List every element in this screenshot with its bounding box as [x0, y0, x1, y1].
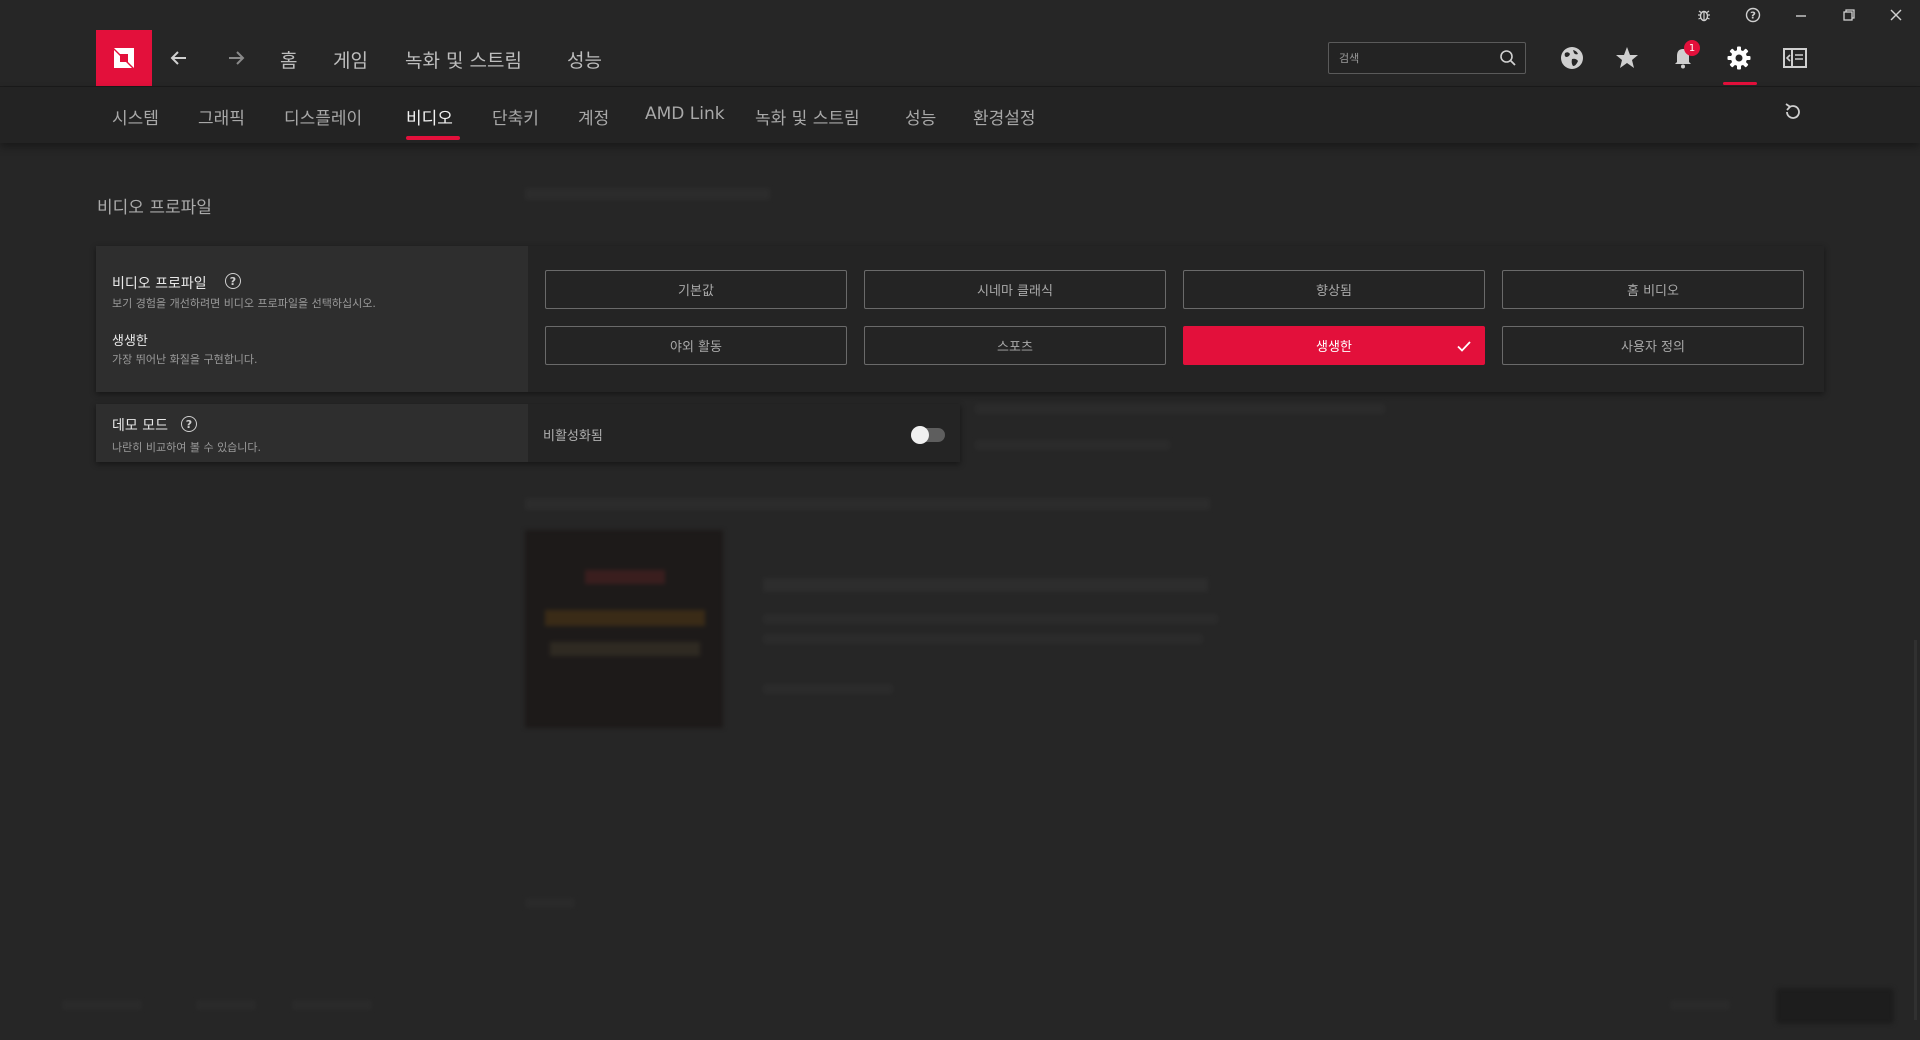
demo-mode-card: 데모 모드 ? 나란히 비교하여 볼 수 있습니다. 비활성화됨: [96, 404, 960, 462]
tab-graphics[interactable]: 그래픽: [198, 104, 245, 129]
demo-mode-info: 데모 모드 ? 나란히 비교하여 볼 수 있습니다.: [96, 404, 528, 462]
nav-games[interactable]: 게임: [333, 46, 368, 73]
search-input[interactable]: [1339, 43, 1489, 73]
background-blur-text: [763, 614, 1218, 624]
background-blur-text: [196, 1000, 256, 1010]
demo-mode-control: 비활성화됨: [528, 404, 960, 462]
tab-display[interactable]: 디스플레이: [284, 104, 362, 129]
tab-performance[interactable]: 성능: [905, 104, 936, 129]
demo-mode-title: 데모 모드: [112, 418, 168, 434]
profile-cinema-classic-button[interactable]: 시네마 클래식: [864, 270, 1166, 309]
help-icon[interactable]: ?: [225, 273, 241, 289]
profile-vivid-button[interactable]: 생생한: [1183, 326, 1485, 365]
tab-preferences[interactable]: 환경설정: [973, 104, 1036, 129]
toggle-knob[interactable]: [911, 426, 929, 444]
background-blur-text: [763, 634, 1203, 644]
search-box[interactable]: [1328, 42, 1526, 74]
reset-icon[interactable]: [1782, 101, 1804, 127]
nav-home[interactable]: 홈: [280, 46, 297, 73]
gear-icon[interactable]: [1721, 42, 1757, 74]
video-profile-description: 보기 경험을 개선하려면 비디오 프로파일을 선택하십시오.: [112, 297, 376, 310]
tab-account[interactable]: 계정: [578, 104, 609, 129]
video-profile-card: 비디오 프로파일 ? 보기 경험을 개선하려면 비디오 프로파일을 선택하십시오…: [96, 246, 1824, 392]
profile-options-panel: 기본값 시네마 클래식 향상됨 홈 비디오 야외 활동 스포츠 생생한 사용자 …: [528, 246, 1824, 392]
background-blur-text: [763, 684, 893, 694]
background-blur-text: [763, 578, 1208, 592]
background-blur-text: [525, 498, 1210, 510]
background-blur-button: [1776, 988, 1894, 1024]
profile-enhanced-button[interactable]: 향상됨: [1183, 270, 1485, 309]
video-profile-info: 비디오 프로파일 ? 보기 경험을 개선하려면 비디오 프로파일을 선택하십시오…: [96, 246, 528, 392]
demo-mode-toggle[interactable]: [911, 426, 945, 444]
page-title: 비디오 프로파일: [97, 198, 212, 218]
tab-hotkeys[interactable]: 단축키: [492, 104, 539, 129]
notification-badge: 1: [1684, 40, 1700, 56]
sidebar-panel-icon[interactable]: [1777, 42, 1813, 74]
minimize-icon[interactable]: [1777, 0, 1825, 30]
background-blur-text: [292, 1000, 372, 1010]
svg-text:?: ?: [1750, 11, 1756, 22]
selected-profile-title: 생생한: [112, 334, 148, 349]
background-blur-text: [62, 1000, 142, 1010]
back-arrow-icon[interactable]: [163, 44, 195, 72]
video-profile-title: 비디오 프로파일: [112, 276, 207, 292]
star-icon[interactable]: [1609, 42, 1645, 74]
profile-custom-button[interactable]: 사용자 정의: [1502, 326, 1804, 365]
check-icon: [1456, 338, 1472, 358]
demo-mode-description: 나란히 비교하여 볼 수 있습니다.: [112, 441, 262, 454]
profile-vivid-label: 생생한: [1316, 340, 1352, 355]
tab-system[interactable]: 시스템: [112, 104, 159, 129]
selected-profile-description: 가장 뛰어난 화질을 구현합니다.: [112, 353, 258, 366]
help-icon[interactable]: ?: [181, 416, 197, 432]
background-blur-text: [525, 188, 770, 200]
demo-mode-status: 비활성화됨: [543, 429, 603, 444]
tab-record-stream[interactable]: 녹화 및 스트림: [755, 104, 860, 129]
close-icon[interactable]: [1872, 0, 1920, 30]
tab-amd-link[interactable]: AMD Link: [645, 104, 725, 124]
active-tab-indicator: [406, 136, 460, 140]
help-circle-icon[interactable]: ?: [1729, 0, 1777, 30]
settings-active-indicator: [1723, 82, 1757, 85]
background-blur-text: [975, 440, 1170, 450]
profile-default-button[interactable]: 기본값: [545, 270, 847, 309]
restore-icon[interactable]: [1825, 0, 1873, 30]
globe-icon[interactable]: [1554, 42, 1590, 74]
tab-video[interactable]: 비디오: [406, 104, 453, 129]
background-blur-thumbnail: [525, 530, 723, 728]
profile-sports-button[interactable]: 스포츠: [864, 326, 1166, 365]
background-blur-text: [975, 404, 1385, 414]
nav-performance[interactable]: 성능: [567, 46, 602, 73]
amd-logo[interactable]: [96, 30, 152, 86]
background-blur-text: [525, 898, 575, 908]
profile-outdoor-button[interactable]: 야외 활동: [545, 326, 847, 365]
title-bar: ?: [0, 0, 1920, 30]
scrollbar[interactable]: [1914, 640, 1917, 1020]
search-icon[interactable]: [1499, 49, 1517, 71]
bug-icon[interactable]: [1680, 0, 1728, 30]
profile-home-video-button[interactable]: 홈 비디오: [1502, 270, 1804, 309]
background-blur-text: [1670, 1000, 1730, 1010]
forward-arrow-icon[interactable]: [220, 44, 252, 72]
nav-record-stream[interactable]: 녹화 및 스트림: [405, 46, 522, 73]
